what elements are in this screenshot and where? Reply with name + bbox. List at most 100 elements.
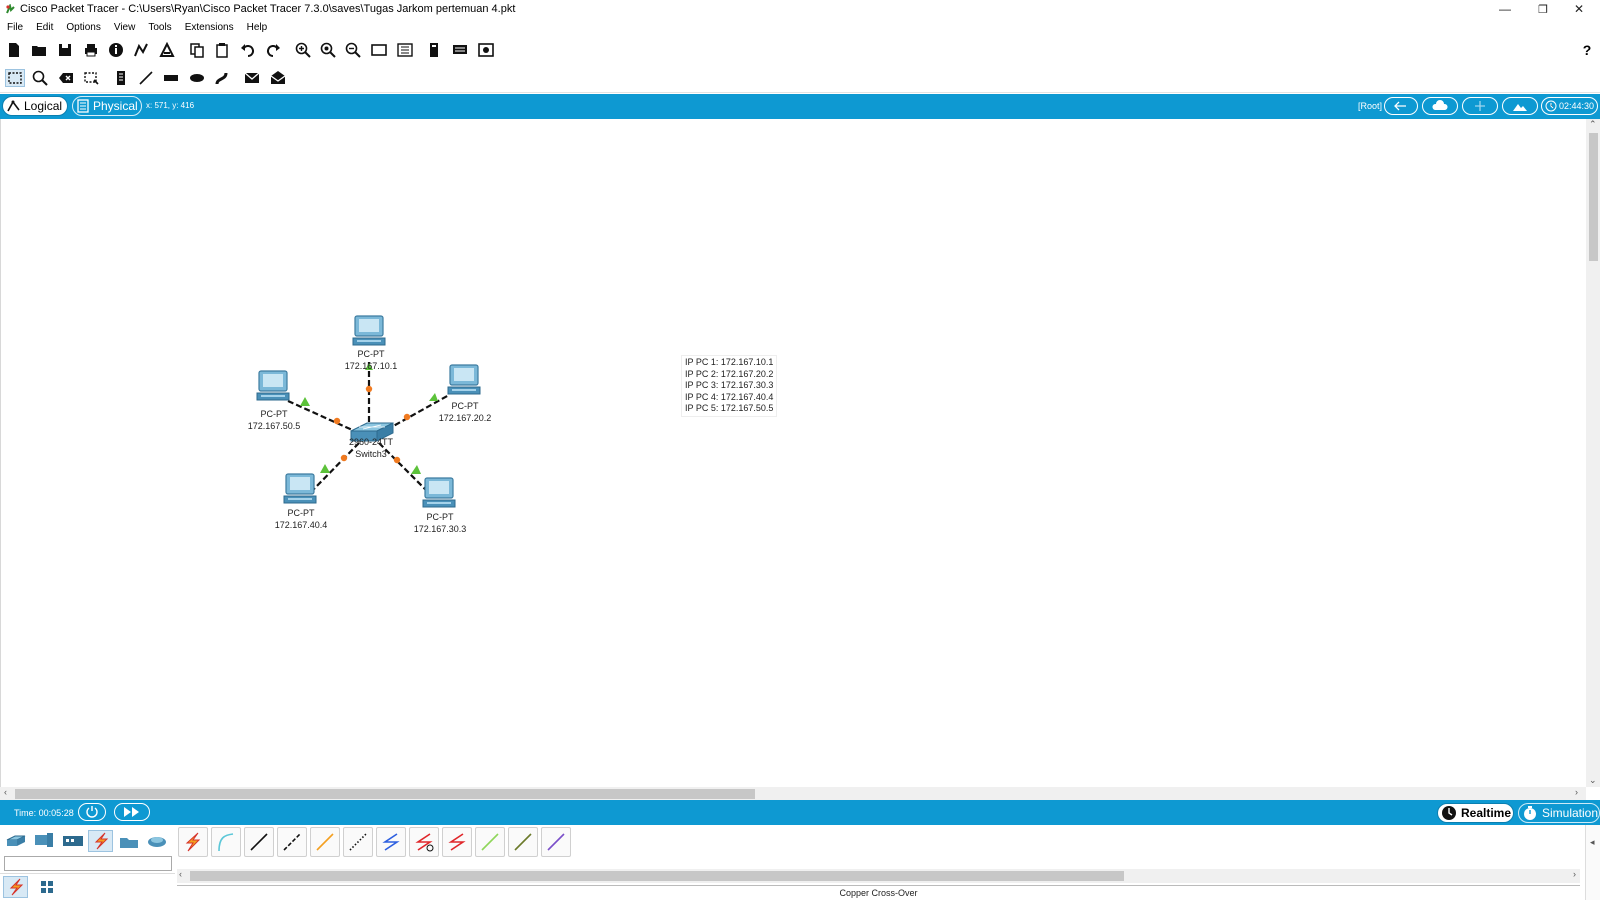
cable-list-scrollbar[interactable]: ‹ ›: [177, 869, 1580, 883]
menu-view[interactable]: View: [108, 19, 143, 36]
close-button[interactable]: ✕: [1560, 0, 1598, 18]
draw-ellipse-icon[interactable]: [188, 70, 206, 86]
inspect-tool-icon[interactable]: [31, 70, 49, 86]
zoom-out-icon[interactable]: [344, 42, 362, 58]
note-line: IP PC 5: 172.167.50.5: [685, 403, 774, 413]
activity-wizard-icon[interactable]: [158, 42, 176, 58]
set-background-button[interactable]: [1502, 97, 1538, 115]
root-breadcrumb[interactable]: [Root]: [1358, 101, 1382, 111]
device-search-field[interactable]: [4, 856, 172, 871]
scroll-right-icon[interactable]: ›: [1575, 787, 1578, 797]
multiuser-category-icon[interactable]: [144, 830, 169, 852]
drawing-palette-icon[interactable]: [370, 42, 388, 58]
copper-cross-over-cable[interactable]: [277, 827, 307, 857]
octal-cable[interactable]: [475, 827, 505, 857]
new-file-icon[interactable]: [5, 42, 23, 58]
menu-edit[interactable]: Edit: [30, 19, 60, 36]
viewport-clock[interactable]: 02:44:30: [1541, 97, 1598, 115]
screenshot-icon[interactable]: [477, 42, 495, 58]
pc5-device[interactable]: [256, 370, 290, 401]
help-icon[interactable]: ?: [1578, 42, 1596, 58]
web-view-icon[interactable]: [451, 42, 469, 58]
pc5-ip-label: 172.167.50.5: [247, 421, 301, 431]
move-object-button[interactable]: [1462, 97, 1498, 115]
coaxial-cable[interactable]: [376, 827, 406, 857]
vertical-scroll-thumb[interactable]: [1589, 133, 1598, 261]
connections-subtype-icon[interactable]: [3, 876, 28, 898]
note-line: IP PC 2: 172.167.20.2: [685, 368, 774, 379]
menu-tools[interactable]: Tools: [142, 19, 178, 36]
custom-device-dialog-icon[interactable]: [396, 42, 414, 58]
info-icon[interactable]: [107, 42, 125, 58]
place-note-icon[interactable]: [112, 70, 130, 86]
copy-icon[interactable]: [188, 42, 206, 58]
auto-connection-cable[interactable]: [178, 827, 208, 857]
zoom-reset-icon[interactable]: [319, 42, 337, 58]
collapse-left-icon[interactable]: ◂: [1590, 837, 1595, 848]
grid-view-icon[interactable]: [34, 876, 59, 898]
menu-extensions[interactable]: Extensions: [179, 19, 241, 36]
canvas-horizontal-scrollbar[interactable]: ‹ ›: [0, 787, 1586, 800]
delete-tool-icon[interactable]: [57, 70, 75, 86]
tab-physical[interactable]: Physical: [72, 96, 142, 116]
serial-dte-cable[interactable]: [442, 827, 472, 857]
fiber-cable[interactable]: [310, 827, 340, 857]
cable-scroll-thumb[interactable]: [190, 871, 1124, 881]
iot-custom-cable[interactable]: [508, 827, 538, 857]
redo-icon[interactable]: [264, 42, 282, 58]
cable-scroll-right-icon[interactable]: ›: [1573, 869, 1576, 879]
ipc-icon[interactable]: [425, 42, 443, 58]
realtime-mode-button[interactable]: Realtime: [1437, 803, 1514, 823]
pc2-device[interactable]: [447, 364, 481, 395]
pc4-device[interactable]: [283, 473, 317, 504]
network-wizard-icon[interactable]: [132, 42, 150, 58]
pc3-device[interactable]: [422, 477, 456, 508]
power-cycle-button[interactable]: [78, 803, 106, 821]
draw-line-icon[interactable]: [137, 70, 155, 86]
console-cable[interactable]: [211, 827, 241, 857]
add-simple-pdu-icon[interactable]: [243, 70, 261, 86]
menu-file[interactable]: File: [0, 19, 30, 36]
paste-icon[interactable]: [213, 42, 231, 58]
tab-logical[interactable]: Logical: [2, 96, 68, 116]
scroll-left-icon[interactable]: ‹: [4, 787, 7, 797]
phone-cable[interactable]: [343, 827, 373, 857]
scroll-down-icon[interactable]: ⌄: [1589, 775, 1597, 786]
fast-forward-button[interactable]: [114, 803, 150, 821]
canvas-vertical-scrollbar[interactable]: ⌃ ⌄: [1586, 119, 1600, 787]
freeform-draw-icon[interactable]: [213, 70, 231, 86]
usb-cable[interactable]: [541, 827, 571, 857]
selected-cable-name: Copper Cross-Over: [177, 885, 1580, 901]
copper-straight-through-cable[interactable]: [244, 827, 274, 857]
connections-category-icon[interactable]: [88, 830, 113, 852]
menu-options[interactable]: Options: [60, 19, 107, 36]
ip-address-note[interactable]: IP PC 1: 172.167.10.1 IP PC 2: 172.167.2…: [681, 355, 778, 417]
scroll-up-icon[interactable]: ⌃: [1589, 119, 1597, 130]
undo-icon[interactable]: [239, 42, 257, 58]
simulation-mode-button[interactable]: Simulation: [1518, 803, 1600, 823]
menu-help[interactable]: Help: [241, 19, 275, 36]
cable-scroll-left-icon[interactable]: ‹: [179, 869, 182, 879]
panel-collapse-bar[interactable]: ◂: [1585, 825, 1600, 900]
maximize-button[interactable]: ❐: [1524, 0, 1562, 18]
serial-dce-cable[interactable]: [409, 827, 439, 857]
zoom-in-icon[interactable]: [294, 42, 312, 58]
new-cluster-button[interactable]: [1422, 97, 1458, 115]
miscellaneous-category-icon[interactable]: [116, 830, 141, 852]
resize-shape-icon[interactable]: [82, 70, 100, 86]
open-folder-icon[interactable]: [30, 42, 48, 58]
add-complex-pdu-icon[interactable]: [269, 70, 287, 86]
print-icon[interactable]: [82, 42, 100, 58]
components-category-icon[interactable]: [60, 830, 85, 852]
back-button[interactable]: [1384, 97, 1418, 115]
select-tool-icon[interactable]: [5, 69, 25, 87]
pc2-model-label: PC-PT: [451, 401, 479, 411]
logical-workspace-canvas[interactable]: PC-PT 172.167.10.1 PC-PT 172.167.20.2 PC…: [0, 119, 1587, 787]
network-devices-category-icon[interactable]: [3, 830, 28, 852]
pc1-device[interactable]: [352, 315, 386, 346]
save-icon[interactable]: [56, 42, 74, 58]
end-devices-category-icon[interactable]: [31, 830, 56, 852]
horizontal-scroll-thumb[interactable]: [15, 789, 755, 799]
draw-rectangle-icon[interactable]: [162, 70, 180, 86]
minimize-button[interactable]: —: [1486, 0, 1524, 18]
